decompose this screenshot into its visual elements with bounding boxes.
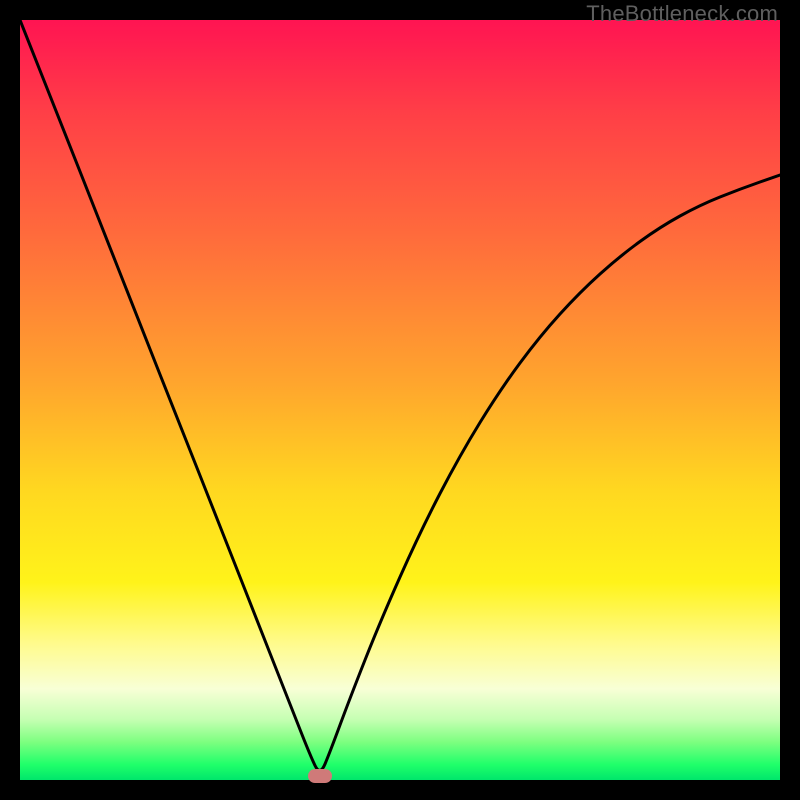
watermark-text: TheBottleneck.com <box>586 1 778 27</box>
bottleneck-curve <box>20 20 780 780</box>
minimum-marker <box>308 769 332 783</box>
chart-frame <box>20 20 780 780</box>
